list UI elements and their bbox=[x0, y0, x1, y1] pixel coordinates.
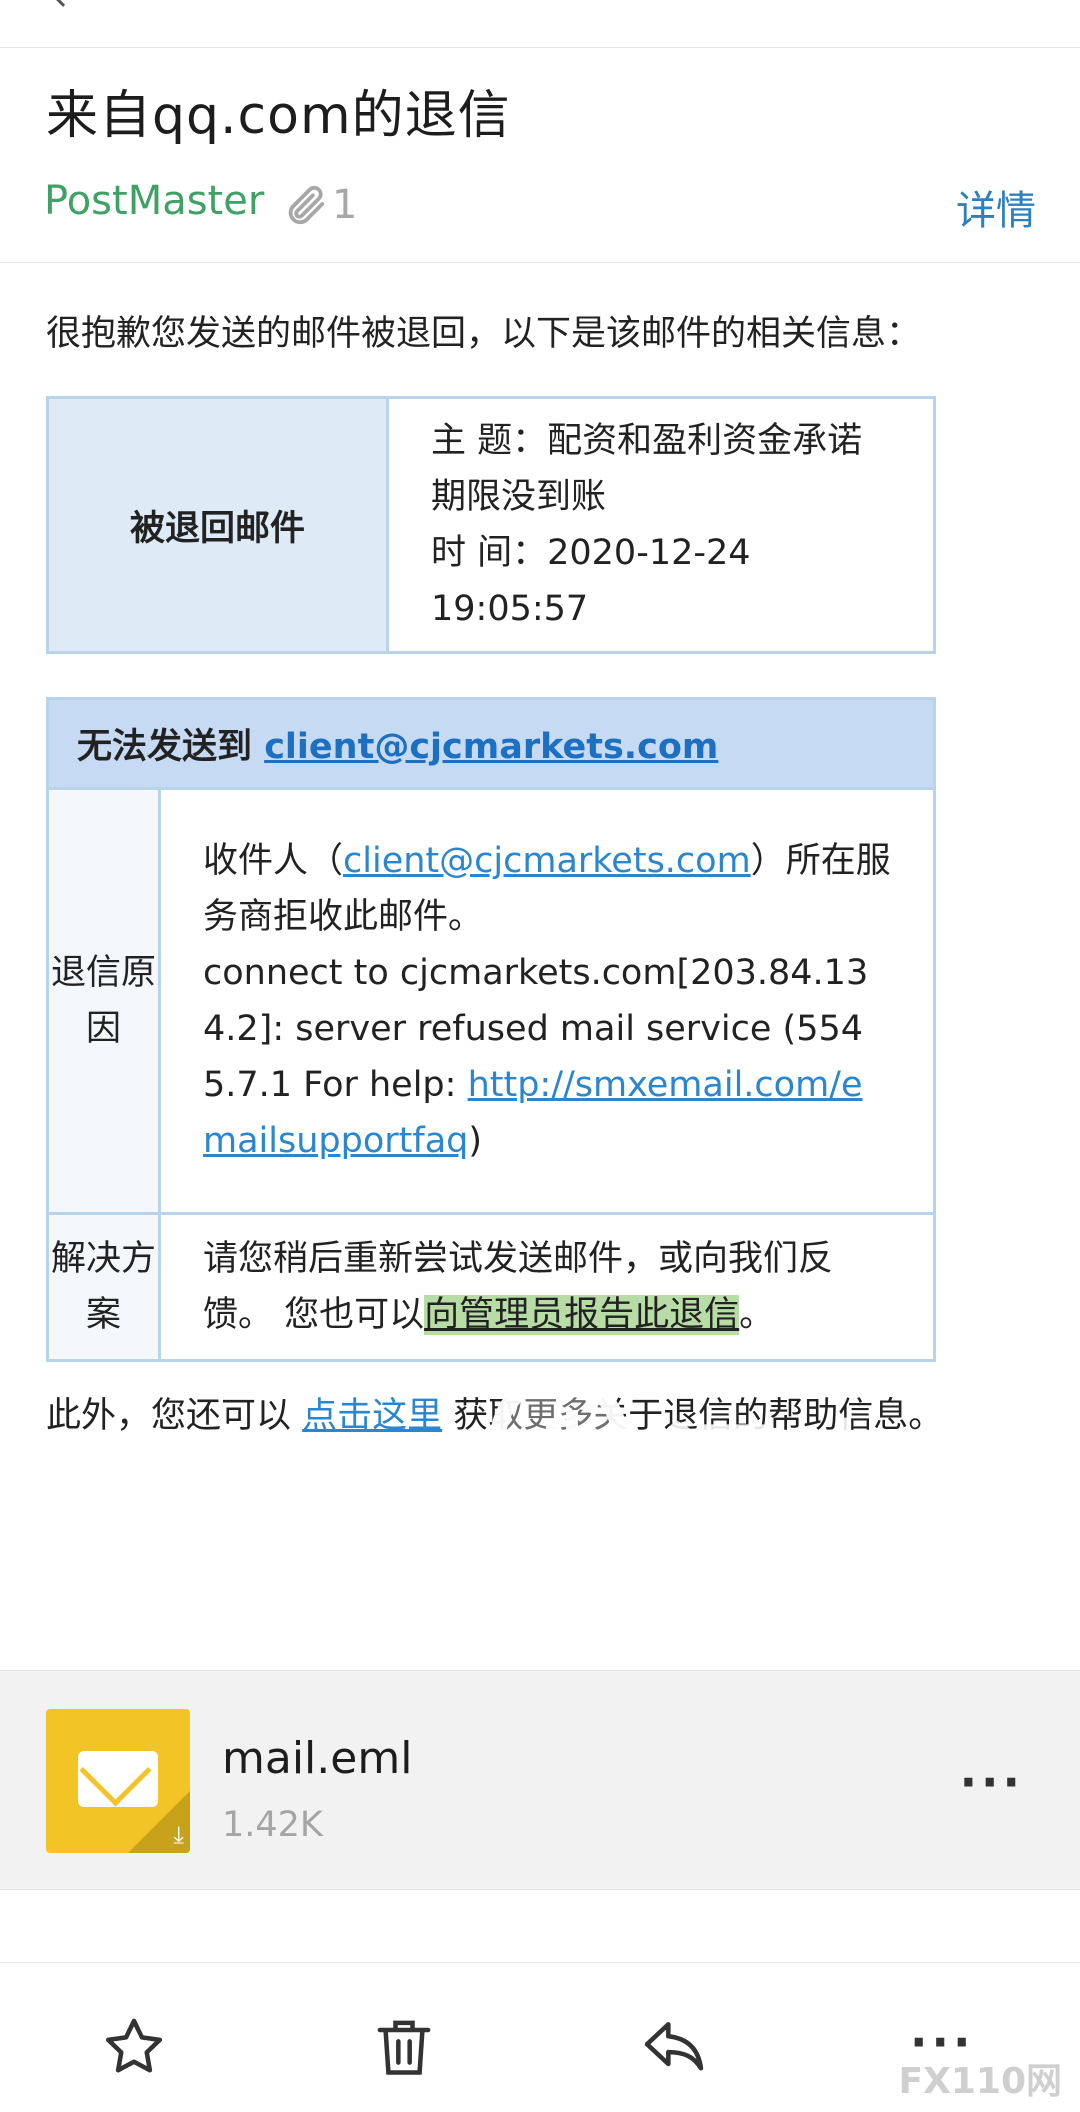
top-bar bbox=[0, 0, 1080, 48]
reason-label: 退信原因 bbox=[46, 787, 161, 1215]
returned-mail-time: 时 间：2020-12-24 19:05:57 bbox=[431, 533, 751, 629]
paperclip-icon bbox=[288, 185, 325, 225]
solution-label: 解决方案 bbox=[46, 1212, 161, 1362]
corner-watermark-logo: FX110网 bbox=[898, 2061, 1063, 2102]
attachment-bar[interactable]: ⤓ mail.eml 1.42K ··· bbox=[0, 1670, 1080, 1890]
attachment-indicator[interactable]: 1 bbox=[282, 180, 357, 230]
reason-text-1: 收件人（ bbox=[203, 841, 344, 881]
trash-icon bbox=[377, 2020, 431, 2075]
report-admin-link[interactable]: 向管理员报告此退信 bbox=[424, 1295, 740, 1335]
extra-help-text: 此外，您还可以 点击这里 获取更多关于退信的帮助信息。 bbox=[46, 1384, 1026, 1448]
back-arrow-icon[interactable] bbox=[53, 0, 73, 7]
star-icon bbox=[105, 2018, 163, 2073]
delivery-failure-table: 无法发送到 client@cjcmarkets.com 退信原因 收件人（cli… bbox=[46, 697, 936, 1362]
attachment-count: 1 bbox=[332, 182, 358, 228]
details-link[interactable]: 详情 bbox=[956, 178, 1036, 236]
extra-suffix: 获取更多关于退信的帮助信息。 bbox=[442, 1396, 944, 1436]
returned-mail-subject: 主 题：配资和盈利资金承诺期限没到账 bbox=[431, 421, 863, 517]
star-button[interactable] bbox=[100, 2013, 168, 2081]
envelope-file-icon[interactable]: ⤓ bbox=[46, 1709, 190, 1853]
attachment-size: 1.42K bbox=[222, 1805, 323, 1845]
bounce-intro: 很抱歉您发送的邮件被退回，以下是该邮件的相关信息： bbox=[46, 314, 922, 354]
click-here-link[interactable]: 点击这里 bbox=[302, 1396, 442, 1436]
watermark-magnifier-handle bbox=[591, 1472, 639, 1522]
failure-header-prefix: 无法发送到 bbox=[77, 727, 265, 767]
returned-mail-table: 被退回邮件 主 题：配资和盈利资金承诺期限没到账 时 间：2020-12-24 … bbox=[46, 396, 936, 654]
solution-text: 请您稍后重新尝试发送邮件，或向我们反馈。 您也可以向管理员报告此退信。 bbox=[158, 1212, 936, 1362]
returned-mail-info: 主 题：配资和盈利资金承诺期限没到账 时 间：2020-12-24 19:05:… bbox=[386, 396, 936, 654]
reason-close: ) bbox=[468, 1121, 483, 1161]
reply-icon bbox=[644, 2022, 704, 2071]
sender-name[interactable]: PostMaster bbox=[44, 178, 264, 224]
sender-row: PostMaster 1 详情 bbox=[44, 170, 1036, 240]
solution-text-end: 。 bbox=[739, 1295, 775, 1335]
attachment-name[interactable]: mail.eml bbox=[222, 1733, 412, 1784]
failed-recipient-link[interactable]: client@cjcmarkets.com bbox=[264, 727, 718, 767]
delete-button[interactable] bbox=[370, 2013, 438, 2081]
reason-recipient-link[interactable]: client@cjcmarkets.com bbox=[343, 841, 751, 881]
failure-header: 无法发送到 client@cjcmarkets.com bbox=[46, 697, 936, 790]
returned-mail-label: 被退回邮件 bbox=[46, 396, 389, 654]
email-subject: 来自qq.com的退信 bbox=[46, 86, 511, 146]
reply-button[interactable] bbox=[640, 2013, 708, 2081]
attachment-more-icon[interactable]: ··· bbox=[960, 1755, 1024, 1809]
extra-prefix: 此外，您还可以 bbox=[46, 1396, 303, 1436]
header-divider bbox=[0, 262, 1080, 263]
reason-text: 收件人（client@cjcmarkets.com）所在服务商拒收此邮件。 co… bbox=[158, 787, 936, 1215]
